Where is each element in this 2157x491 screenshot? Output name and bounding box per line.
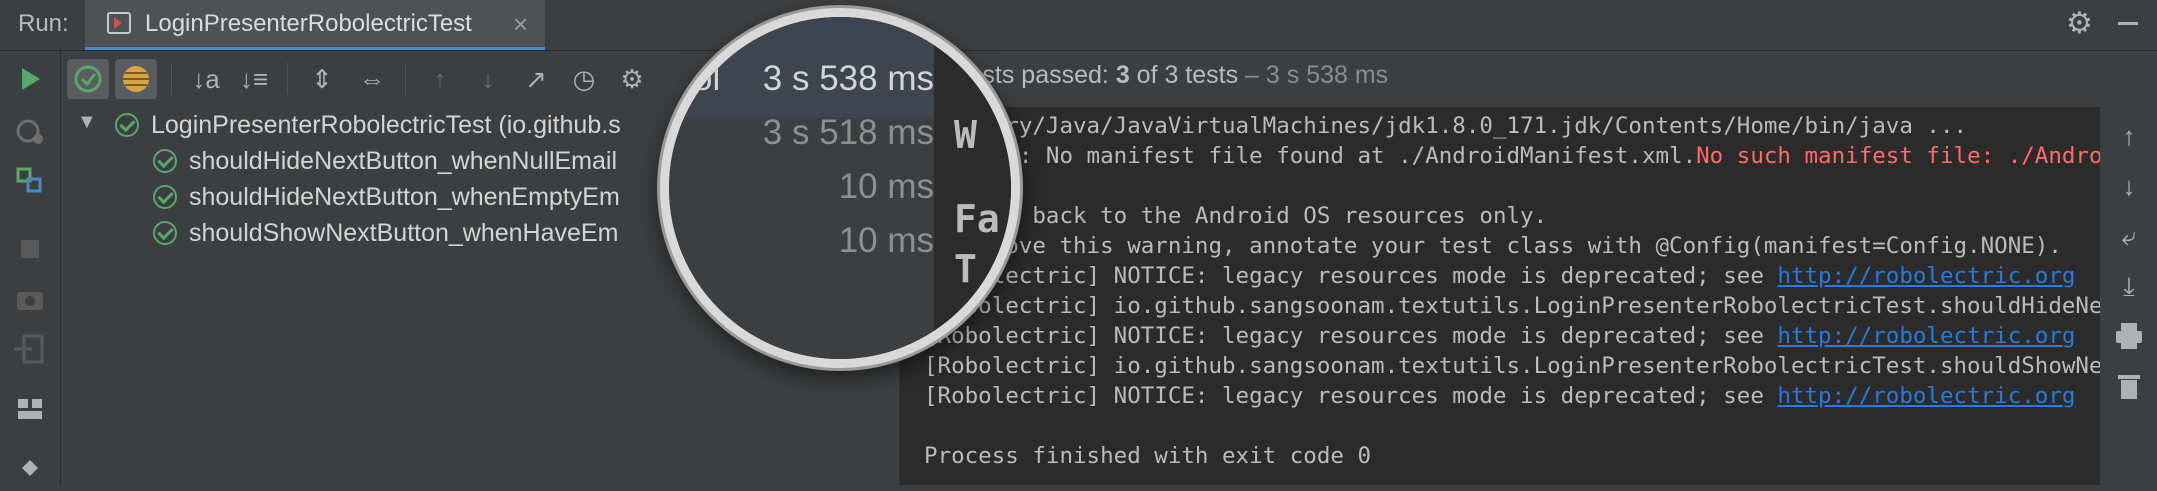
scroll-up-icon[interactable]: ↑ bbox=[2112, 119, 2146, 153]
show-passed-icon[interactable] bbox=[67, 59, 109, 99]
passed-check-icon bbox=[115, 113, 139, 137]
test-history-icon[interactable]: ◷ bbox=[563, 59, 605, 99]
expand-all-icon[interactable]: ⇕ bbox=[301, 59, 343, 99]
console-line: [Robolectric] io.github.sangsoonam.textu… bbox=[924, 353, 2101, 379]
left-toolbar bbox=[0, 51, 61, 485]
magnified-console: W Fa T bbox=[934, 17, 1011, 359]
magnified-fragment: ol bbox=[693, 59, 721, 98]
previous-failed-icon[interactable]: ↑ bbox=[419, 59, 461, 99]
rerun-failed-icon[interactable] bbox=[12, 113, 48, 149]
tests-passed-status: Tests passed: 3 of 3 tests – 3 s 538 ms bbox=[956, 61, 1389, 89]
expand-arrow-icon[interactable]: ▼ bbox=[77, 111, 97, 134]
test-name: shouldShowNextButton_whenHaveEm bbox=[189, 219, 619, 247]
run-tab[interactable]: LoginPresenterRobolectricTest × bbox=[85, 0, 545, 50]
magnified-console-text: Fa bbox=[954, 197, 1000, 241]
run-label: Run: bbox=[18, 10, 69, 37]
scroll-to-end-icon[interactable]: ⤓ bbox=[2112, 269, 2146, 303]
test-name: shouldHideNextButton_whenNullEmail bbox=[189, 147, 618, 175]
tree-root-label: LoginPresenterRobolectricTest (io.github… bbox=[151, 111, 621, 139]
export-results-icon[interactable]: ↗ bbox=[515, 59, 557, 99]
status-header: Tests passed: 3 of 3 tests – 3 s 538 ms bbox=[900, 51, 2157, 107]
trash-icon[interactable] bbox=[2112, 369, 2146, 403]
scroll-down-icon[interactable]: ↓ bbox=[2112, 169, 2146, 203]
magnified-duration: 10 ms bbox=[838, 167, 934, 206]
console-line: [Robolectric] NOTICE: legacy resources m… bbox=[924, 323, 2076, 349]
magnified-tree: ol 3 s 538 ms 3 s 518 ms 10 ms 10 ms bbox=[669, 17, 934, 359]
console-output[interactable]: /Library/Java/JavaVirtualMachines/jdk1.8… bbox=[899, 107, 2101, 485]
console-line: [Robolectric] io.github.sangsoonam.textu… bbox=[924, 293, 2101, 319]
passed-check-icon bbox=[153, 185, 177, 209]
pin-icon[interactable] bbox=[12, 446, 48, 482]
test-name: shouldHideNextButton_whenEmptyEm bbox=[189, 183, 620, 211]
passed-check-icon bbox=[153, 221, 177, 245]
run-tab-title: LoginPresenterRobolectricTest bbox=[145, 10, 472, 37]
robolectric-link[interactable]: http://robolectric.org bbox=[1777, 383, 2075, 409]
exit-icon[interactable] bbox=[12, 331, 48, 367]
test-config-icon bbox=[107, 12, 131, 34]
console-line: WARNING: No manifest file found at ./And… bbox=[924, 143, 2101, 169]
close-icon[interactable]: × bbox=[513, 9, 528, 40]
camera-icon[interactable] bbox=[12, 281, 48, 317]
next-failed-icon[interactable]: ↓ bbox=[467, 59, 509, 99]
gear-icon[interactable]: ⚙ bbox=[611, 59, 653, 99]
console-line: Process finished with exit code 0 bbox=[924, 443, 1372, 469]
sort-by-duration-icon[interactable]: ↓≡ bbox=[233, 59, 275, 99]
magnifier-lens: ol 3 s 538 ms 3 s 518 ms 10 ms 10 ms W F… bbox=[660, 8, 1020, 368]
robolectric-link[interactable]: http://robolectric.org bbox=[1777, 263, 2075, 289]
passed-count: 3 bbox=[1115, 61, 1130, 89]
toggle-auto-test-icon[interactable] bbox=[12, 163, 48, 199]
gear-icon[interactable]: ⚙ bbox=[2066, 6, 2093, 41]
magnified-duration: 3 s 518 ms bbox=[762, 113, 934, 152]
soft-wrap-icon[interactable]: ⤶ bbox=[2112, 219, 2146, 253]
minimize-icon[interactable] bbox=[2118, 22, 2138, 25]
error-text: No such manifest file: ./AndroidManifest… bbox=[1696, 143, 2101, 169]
passed-check-icon bbox=[153, 149, 177, 173]
console-line: /Library/Java/JavaVirtualMachines/jdk1.8… bbox=[924, 113, 1968, 139]
play-icon[interactable] bbox=[12, 61, 48, 97]
console-toolbar: ↑ ↓ ⤶ ⤓ bbox=[2100, 107, 2157, 485]
total-duration: – 3 s 538 ms bbox=[1238, 61, 1389, 89]
magnified-console-text: T bbox=[954, 247, 977, 291]
layout-icon[interactable] bbox=[12, 391, 48, 427]
collapse-all-icon[interactable]: ⇔ bbox=[351, 59, 393, 99]
console-line: To remove this warning, annotate your te… bbox=[924, 233, 2062, 259]
magnified-console-text: W bbox=[954, 113, 977, 157]
console-line: [Robolectric] NOTICE: legacy resources m… bbox=[924, 383, 2076, 409]
show-ignored-icon[interactable] bbox=[115, 59, 157, 99]
robolectric-link[interactable]: http://robolectric.org bbox=[1777, 323, 2075, 349]
print-icon[interactable] bbox=[2112, 319, 2146, 353]
magnified-duration-root: 3 s 538 ms bbox=[762, 59, 934, 98]
console-line: [Robolectric] NOTICE: legacy resources m… bbox=[924, 263, 2076, 289]
sort-alphabetically-icon[interactable]: ↓a bbox=[185, 59, 227, 99]
stop-icon[interactable] bbox=[12, 231, 48, 267]
magnified-duration: 10 ms bbox=[838, 221, 934, 260]
run-toolbar-header: Run: LoginPresenterRobolectricTest × ⚙ bbox=[0, 0, 2157, 51]
